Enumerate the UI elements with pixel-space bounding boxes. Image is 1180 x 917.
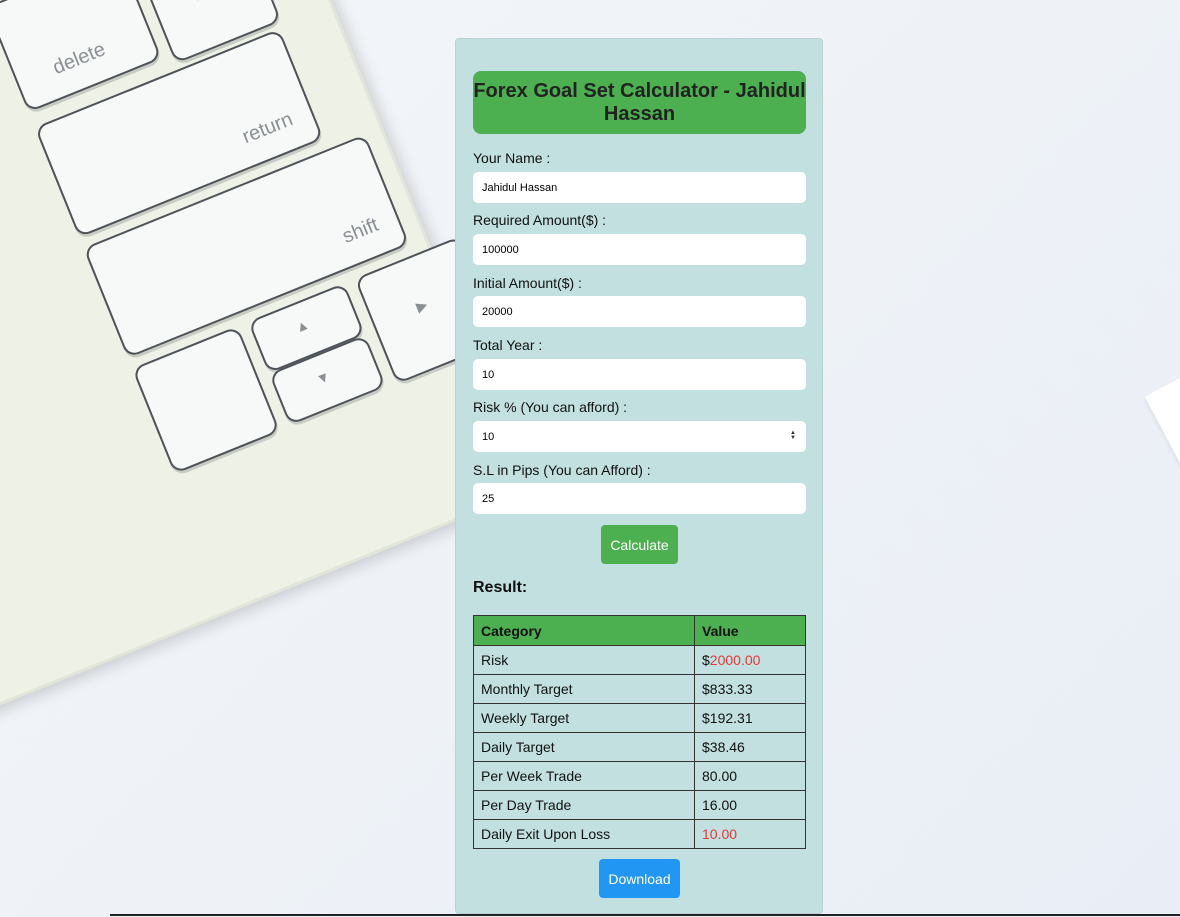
- table-row: Per Week Trade 80.00: [473, 761, 806, 791]
- down-arrow-icon: ▼: [313, 367, 333, 388]
- name-input[interactable]: Jahidul Hassan: [473, 172, 806, 203]
- up-arrow-icon: ▲: [292, 315, 312, 336]
- stop-loss-pips-label: S.L in Pips (You can Afford) :: [473, 462, 651, 478]
- stop-loss-pips-input[interactable]: 25: [473, 483, 806, 514]
- initial-amount-input[interactable]: 20000: [473, 296, 806, 327]
- value-number: 2000.00: [709, 652, 761, 668]
- keyboard-key-label: return: [239, 108, 296, 149]
- value-prefix: $: [702, 710, 710, 726]
- table-row: Risk $2000.00: [473, 645, 806, 675]
- row-category: Daily Exit Upon Loss: [473, 819, 695, 849]
- paper-decoration: [1144, 368, 1180, 468]
- table-row: Daily Target $38.46: [473, 732, 806, 762]
- keyboard-key-label: delete: [49, 38, 109, 80]
- result-heading: Result:: [473, 579, 528, 596]
- divider: [110, 914, 1180, 916]
- risk-percent-field: 10 ▲ ▼: [473, 421, 806, 452]
- risk-percent-input[interactable]: 10: [473, 421, 806, 452]
- initial-amount-label: Initial Amount($) :: [473, 275, 582, 291]
- keyboard-image: delete | \ return shift ▲ ▼ ▶: [0, 0, 530, 726]
- required-amount-input[interactable]: 100000: [473, 234, 806, 265]
- table-row: Per Day Trade 16.00: [473, 790, 806, 820]
- value-number: 80.00: [702, 768, 738, 784]
- value-number: 38.46: [709, 739, 745, 755]
- row-value: $833.33: [694, 674, 806, 704]
- page-title: Forex Goal Set Calculator - Jahidul Hass…: [473, 71, 806, 134]
- keyboard-key-label: shift: [339, 213, 382, 248]
- table-row: Daily Exit Upon Loss 10.00: [473, 819, 806, 849]
- value-prefix: $: [702, 739, 710, 755]
- column-header-value: Value: [694, 615, 806, 646]
- value-number: 192.31: [709, 710, 753, 726]
- calculate-button[interactable]: Calculate: [601, 525, 678, 564]
- table-header-row: Category Value: [473, 615, 806, 646]
- row-category: Risk: [473, 645, 695, 675]
- keyboard-key-label: | \: [188, 0, 212, 3]
- row-value: 16.00: [694, 790, 806, 820]
- row-category: Per Day Trade: [473, 790, 695, 820]
- calculator-panel: Forex Goal Set Calculator - Jahidul Hass…: [455, 38, 823, 914]
- row-value: $2000.00: [694, 645, 806, 675]
- required-amount-label: Required Amount($) :: [473, 212, 607, 228]
- value-number: 16.00: [702, 797, 738, 813]
- result-table: Category Value Risk $2000.00 Monthly Tar…: [473, 615, 806, 849]
- value-prefix: $: [702, 652, 710, 668]
- row-value: $38.46: [694, 732, 806, 762]
- row-value: 80.00: [694, 761, 806, 791]
- table-row: Weekly Target $192.31: [473, 703, 806, 733]
- total-year-label: Total Year :: [473, 337, 543, 353]
- value-prefix: $: [702, 681, 710, 697]
- row-category: Weekly Target: [473, 703, 695, 733]
- name-label: Your Name :: [473, 150, 551, 166]
- value-number: 10.00: [702, 826, 738, 842]
- number-spinner-icon[interactable]: ▲ ▼: [790, 430, 796, 441]
- right-arrow-icon: ▶: [413, 295, 430, 315]
- row-category: Per Week Trade: [473, 761, 695, 791]
- download-button[interactable]: Download: [599, 859, 680, 898]
- row-value: $192.31: [694, 703, 806, 733]
- value-number: 833.33: [709, 681, 753, 697]
- row-category: Daily Target: [473, 732, 695, 762]
- column-header-category: Category: [473, 615, 695, 646]
- risk-percent-label: Risk % (You can afford) :: [473, 399, 628, 415]
- row-category: Monthly Target: [473, 674, 695, 704]
- row-value: 10.00: [694, 819, 806, 849]
- table-row: Monthly Target $833.33: [473, 674, 806, 704]
- total-year-input[interactable]: 10: [473, 359, 806, 390]
